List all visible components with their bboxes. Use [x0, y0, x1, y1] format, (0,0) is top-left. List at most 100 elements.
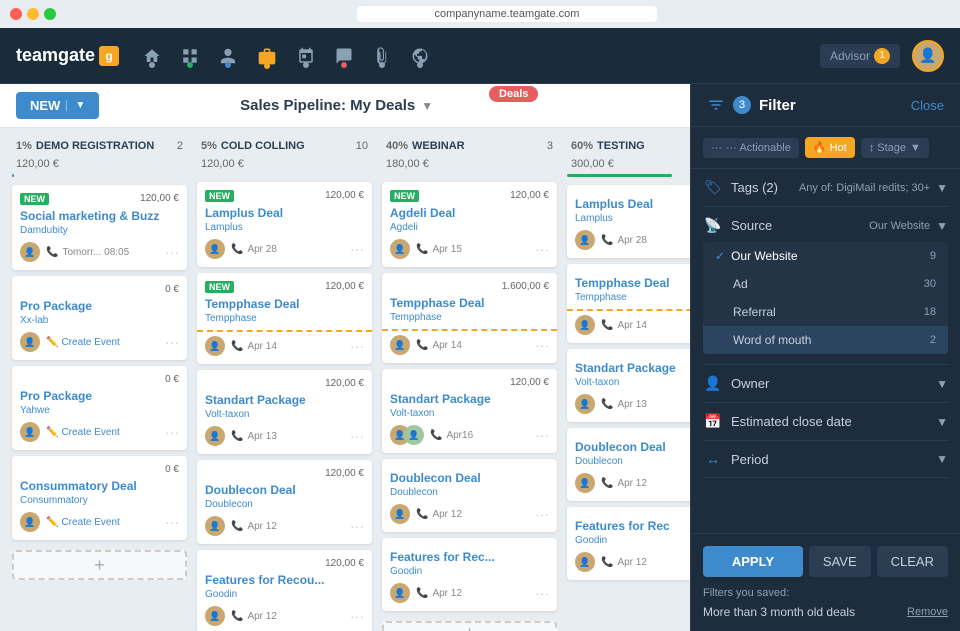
source-option-referral[interactable]: Referral 18: [703, 298, 948, 326]
deal-company[interactable]: Tempphase: [575, 292, 690, 303]
deal-name[interactable]: Pro Package: [20, 389, 179, 403]
filter-row-owner-header[interactable]: 👤 Owner ▼: [703, 375, 948, 392]
deal-name[interactable]: Agdeli Deal: [390, 206, 549, 220]
deal-company[interactable]: Agdeli: [390, 222, 549, 233]
deal-menu-icon[interactable]: ···: [535, 337, 549, 353]
deal-avatar: 👤: [205, 606, 225, 626]
user-avatar[interactable]: 👤: [912, 40, 944, 72]
close-dot[interactable]: [10, 8, 22, 20]
deal-avatar: 👤: [205, 516, 225, 536]
nav-contacts[interactable]: [219, 47, 237, 65]
deal-create-event[interactable]: ✏️Create Event: [40, 517, 165, 528]
deal-menu-icon[interactable]: ···: [535, 506, 549, 522]
deal-name[interactable]: Features for Rec...: [390, 550, 549, 564]
actionable-chip[interactable]: ··· ··· Actionable: [703, 138, 799, 158]
deal-menu-icon[interactable]: ···: [535, 585, 549, 601]
deal-name[interactable]: Standart Package: [575, 361, 690, 375]
deal-name[interactable]: Lamplus Deal: [205, 206, 364, 220]
deal-name[interactable]: Tempphase Deal: [205, 297, 364, 311]
deal-name[interactable]: Doublecon Deal: [575, 440, 690, 454]
deal-company[interactable]: Goodin: [390, 566, 549, 577]
source-option-count: 18: [924, 306, 936, 318]
deal-menu-icon[interactable]: ···: [165, 244, 179, 260]
new-deal-button[interactable]: NEW ▼: [16, 92, 99, 119]
filter-close-button[interactable]: Close: [911, 98, 944, 113]
deal-name[interactable]: Features for Rec: [575, 519, 690, 533]
deal-name[interactable]: Standart Package: [390, 392, 549, 406]
deal-create-event[interactable]: ✏️Create Event: [40, 427, 165, 438]
deal-company[interactable]: Goodin: [205, 589, 364, 600]
hot-chip[interactable]: 🔥 Hot: [805, 137, 855, 158]
stage-chip[interactable]: ↕ Stage ▼: [861, 138, 929, 158]
deal-name[interactable]: Tempphase Deal: [575, 276, 690, 290]
deal-company[interactable]: Tempphase: [390, 312, 549, 323]
save-button[interactable]: SAVE: [809, 546, 871, 577]
clear-button[interactable]: CLEAR: [877, 546, 948, 577]
deal-name[interactable]: Pro Package: [20, 299, 179, 313]
deal-company[interactable]: Volt-taxon: [390, 408, 549, 419]
deal-company[interactable]: Consummatory: [20, 495, 179, 506]
deal-menu-icon[interactable]: ···: [535, 427, 549, 443]
deal-name[interactable]: Tempphase Deal: [390, 296, 549, 310]
deal-menu-icon[interactable]: ···: [165, 334, 179, 350]
deal-company[interactable]: Yahwe: [20, 405, 179, 416]
deal-name[interactable]: Social marketing & Buzz: [20, 209, 179, 223]
nav-deals[interactable]: Deals: [257, 46, 277, 66]
deal-name[interactable]: Doublecon Deal: [390, 471, 549, 485]
deal-card: Doublecon Deal Doublecon 👤 📞Apr 12 ···: [382, 459, 557, 532]
nav-chat[interactable]: [335, 47, 353, 65]
deal-company[interactable]: Tempphase: [205, 313, 364, 324]
deal-company[interactable]: Doublecon: [205, 499, 364, 510]
nav-calendar[interactable]: [297, 47, 315, 65]
pipeline-chevron-icon[interactable]: ▼: [421, 99, 433, 113]
filter-row-period-header[interactable]: ↔ Period ▼: [703, 451, 948, 467]
url-bar[interactable]: companyname.teamgate.com: [357, 6, 657, 22]
nav-globe[interactable]: [411, 47, 429, 65]
minimize-dot[interactable]: [27, 8, 39, 20]
hot-label: 🔥 Hot: [813, 141, 847, 154]
deal-menu-icon[interactable]: ···: [350, 428, 364, 444]
filter-row-closedate-header[interactable]: 📅 Estimated close date ▼: [703, 413, 948, 430]
deal-company[interactable]: Goodin: [575, 535, 690, 546]
source-option-ourwebsite[interactable]: ✓ Our Website 9: [703, 242, 948, 270]
deals-tab[interactable]: Deals: [489, 86, 538, 102]
deal-menu-icon[interactable]: ···: [165, 514, 179, 530]
deal-menu-icon[interactable]: ···: [165, 424, 179, 440]
advisor-button[interactable]: Advisor 1: [820, 44, 900, 68]
deal-name[interactable]: Consummatory Deal: [20, 479, 179, 493]
add-deal-webinar-button[interactable]: +: [382, 621, 557, 631]
deal-create-event[interactable]: ✏️Create Event: [40, 337, 165, 348]
deal-menu-icon[interactable]: ···: [350, 608, 364, 624]
deal-menu-icon[interactable]: ···: [350, 518, 364, 534]
deal-name[interactable]: Standart Package: [205, 393, 364, 407]
source-option-wordofmouth[interactable]: Word of mouth 2: [703, 326, 948, 354]
maximize-dot[interactable]: [44, 8, 56, 20]
deal-company[interactable]: Lamplus: [575, 213, 690, 224]
filter-row-source-header[interactable]: 📡 Source Our Website ▼: [703, 217, 948, 234]
deal-menu-icon[interactable]: ···: [350, 241, 364, 257]
deal-name[interactable]: Doublecon Deal: [205, 483, 364, 497]
nav-files[interactable]: [373, 47, 391, 65]
top-nav: teamgate g Deals: [0, 28, 960, 84]
deal-name[interactable]: Lamplus Deal: [575, 197, 690, 211]
deal-company[interactable]: Damdubity: [20, 225, 179, 236]
nav-home[interactable]: [143, 47, 161, 65]
deal-company[interactable]: Lamplus: [205, 222, 364, 233]
filter-bottom: APPLY SAVE CLEAR Filters you saved: More…: [691, 533, 960, 631]
nav-grid[interactable]: [181, 47, 199, 65]
filter-row-tags-header[interactable]: 🏷 Tags (2) Any of: DigiMail redits; 30+ …: [703, 179, 948, 196]
new-arrow-icon[interactable]: ▼: [66, 100, 85, 111]
deal-company[interactable]: Volt-taxon: [575, 377, 690, 388]
deal-company[interactable]: Xx-lab: [20, 315, 179, 326]
deal-company[interactable]: Volt-taxon: [205, 409, 364, 420]
add-deal-button[interactable]: +: [12, 550, 187, 580]
deal-menu-icon[interactable]: ···: [535, 241, 549, 257]
deal-name[interactable]: Features for Recou...: [205, 573, 364, 587]
saved-filter-remove-button[interactable]: Remove: [907, 606, 948, 618]
source-option-ad[interactable]: Ad 30: [703, 270, 948, 298]
apply-button[interactable]: APPLY: [703, 546, 803, 577]
deal-menu-icon[interactable]: ···: [350, 338, 364, 354]
deal-company[interactable]: Doublecon: [390, 487, 549, 498]
period-label: Period: [731, 452, 769, 467]
deal-company[interactable]: Doublecon: [575, 456, 690, 467]
